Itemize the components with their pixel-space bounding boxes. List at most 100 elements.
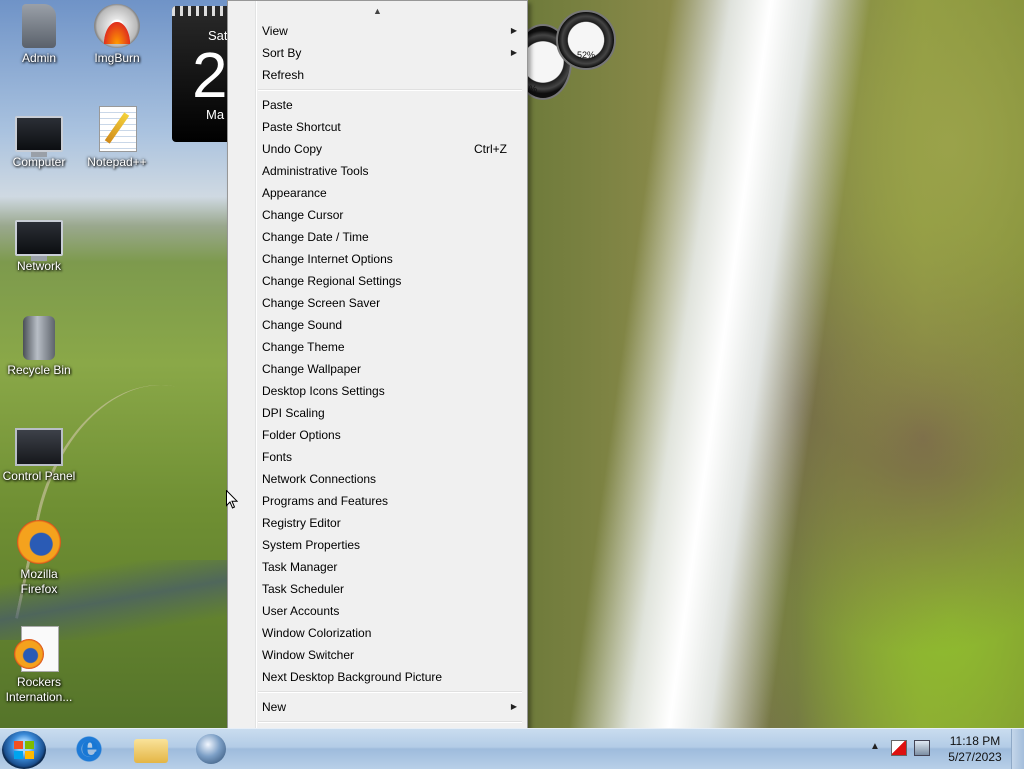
- menu-item-label: Task Manager: [262, 560, 338, 574]
- menu-item-undo-copy[interactable]: Undo Copy Ctrl+Z: [230, 138, 525, 160]
- menu-item-label: Window Colorization: [262, 626, 372, 640]
- firefox-doc-icon: [14, 626, 59, 672]
- menu-item-change-sound[interactable]: Change Sound: [230, 314, 525, 336]
- desktop-context-menu: ▲ View ▶ Sort By ▶ Refresh Paste Paste Shortcu…: [227, 0, 528, 768]
- recycle-bin-icon: [23, 316, 55, 360]
- menu-item-administrative-tools[interactable]: Administrative Tools: [230, 160, 525, 182]
- menu-item-label: DPI Scaling: [262, 406, 325, 420]
- menu-item-change-regional-settings[interactable]: Change Regional Settings: [230, 270, 525, 292]
- desktop-icon-label: ImgBurn: [94, 51, 140, 65]
- ram-meter-value: 52%: [576, 50, 595, 60]
- desktop-icon-recycle[interactable]: Recycle Bin: [0, 316, 78, 378]
- menu-item-label: Change Theme: [262, 340, 345, 354]
- menu-item-label: Fonts: [262, 450, 293, 464]
- menu-separator: [258, 721, 522, 723]
- menu-item-dpi-scaling[interactable]: DPI Scaling: [230, 402, 525, 424]
- ram-meter-gauge[interactable]: 52%: [556, 10, 616, 70]
- menu-item-next-desktop-background-picture[interactable]: Next Desktop Background Picture: [230, 666, 525, 688]
- ie-icon[interactable]: [72, 730, 106, 765]
- menu-item-registry-editor[interactable]: Registry Editor: [230, 512, 525, 534]
- menu-item-programs-and-features[interactable]: Programs and Features: [230, 490, 525, 512]
- folder-icon[interactable]: [134, 739, 168, 763]
- menu-item-label: Administrative Tools: [262, 164, 369, 178]
- menu-item-label: User Accounts: [262, 604, 340, 618]
- menu-item-change-internet-options[interactable]: Change Internet Options: [230, 248, 525, 270]
- menu-item-label: Task Scheduler: [262, 582, 345, 596]
- menu-item-label: Change Internet Options: [262, 252, 393, 266]
- menu-item-user-accounts[interactable]: User Accounts: [230, 600, 525, 622]
- desktop-icon-label: Recycle Bin: [7, 363, 71, 377]
- menu-item-label: Registry Editor: [262, 516, 341, 530]
- menu-item-paste-shortcut[interactable]: Paste Shortcut: [230, 116, 525, 138]
- menu-item-label: New: [262, 700, 287, 714]
- menu-item-task-scheduler[interactable]: Task Scheduler: [230, 578, 525, 600]
- submenu-arrow-icon: ▶: [510, 26, 517, 35]
- menu-item-change-wallpaper[interactable]: Change Wallpaper: [230, 358, 525, 380]
- menu-item-label: View: [262, 24, 288, 38]
- tray-show-hidden-icon[interactable]: ▲: [870, 741, 880, 752]
- desktop-icon-computer[interactable]: Computer: [0, 110, 78, 170]
- menu-item-label: Window Switcher: [262, 648, 355, 662]
- menu-item-label: Change Sound: [262, 318, 343, 332]
- menu-item-label: Sort By: [262, 46, 302, 60]
- menu-item-new[interactable]: New ▶: [230, 696, 525, 718]
- menu-item-label: Paste: [262, 98, 293, 112]
- desktop-icon-admin[interactable]: Admin: [0, 4, 78, 66]
- notepad-icon: [99, 106, 137, 152]
- show-desktop-button[interactable]: [1011, 729, 1024, 769]
- menu-item-window-colorization[interactable]: Window Colorization: [230, 622, 525, 644]
- menu-item-paste[interactable]: Paste: [230, 94, 525, 116]
- media-orb-icon[interactable]: [196, 734, 226, 764]
- menu-item-sort-by[interactable]: Sort By ▶: [230, 42, 525, 64]
- action-center-flag-icon[interactable]: [891, 740, 907, 756]
- menu-item-change-theme[interactable]: Change Theme: [230, 336, 525, 358]
- taskbar-clock[interactable]: 11:18 PM 5/27/2023: [940, 733, 1010, 765]
- network-icon: [15, 220, 63, 261]
- desktop-icon-firefox[interactable]: Mozilla Firefox: [0, 520, 78, 597]
- menu-item-network-connections[interactable]: Network Connections: [230, 468, 525, 490]
- network-tray-icon[interactable]: [914, 740, 930, 756]
- calendar-gadget[interactable]: Sat 2 Ma: [172, 6, 232, 142]
- menu-item-window-switcher[interactable]: Window Switcher: [230, 644, 525, 666]
- menu-item-change-cursor[interactable]: Change Cursor: [230, 204, 525, 226]
- desktop-icon-cpanel[interactable]: Control Panel: [0, 422, 78, 484]
- menu-item-label: Folder Options: [262, 428, 341, 442]
- menu-scroll-up-icon[interactable]: ▲: [228, 3, 527, 19]
- menu-item-view[interactable]: View ▶: [230, 20, 525, 42]
- menu-separator: [258, 89, 522, 91]
- menu-item-change-screen-saver[interactable]: Change Screen Saver: [230, 292, 525, 314]
- menu-item-label: Change Date / Time: [262, 230, 369, 244]
- desktop-icon-label: Notepad++: [87, 155, 147, 169]
- submenu-arrow-icon: ▶: [510, 702, 517, 711]
- menu-item-label: Change Wallpaper: [262, 362, 361, 376]
- menu-item-label: Appearance: [262, 186, 327, 200]
- user-folder-icon: [22, 4, 56, 48]
- menu-item-refresh[interactable]: Refresh: [230, 64, 525, 86]
- start-button[interactable]: [2, 731, 46, 769]
- menu-item-system-properties[interactable]: System Properties: [230, 534, 525, 556]
- menu-item-appearance[interactable]: Appearance: [230, 182, 525, 204]
- mouse-cursor-icon: [226, 489, 239, 512]
- desktop-icon-network[interactable]: Network: [0, 214, 78, 274]
- menu-item-fonts[interactable]: Fonts: [230, 446, 525, 468]
- menu-item-label: Change Regional Settings: [262, 274, 402, 288]
- menu-item-task-manager[interactable]: Task Manager: [230, 556, 525, 578]
- desktop-icon-notepadpp[interactable]: Notepad++: [78, 106, 156, 170]
- computer-icon: [15, 116, 63, 157]
- menu-item-label: Paste Shortcut: [262, 120, 341, 134]
- desktop-icon-label: Admin: [21, 51, 56, 65]
- desktop-icon-imgburn[interactable]: ImgBurn: [78, 4, 156, 66]
- menu-item-label: Next Desktop Background Picture: [262, 670, 443, 684]
- control-panel-icon: [15, 428, 63, 466]
- desktop-icon-rockers[interactable]: Rockers Internation...: [0, 626, 78, 705]
- cpu-meter-value: 5%: [524, 84, 538, 94]
- menu-item-label: Refresh: [262, 68, 305, 82]
- menu-item-change-date-time[interactable]: Change Date / Time: [230, 226, 525, 248]
- desktop-icon-label: Mozilla Firefox: [20, 567, 58, 596]
- disc-burn-icon: [94, 4, 140, 48]
- menu-item-desktop-icons-settings[interactable]: Desktop Icons Settings: [230, 380, 525, 402]
- calendar-day: 2: [192, 39, 228, 111]
- menu-item-shortcut: Ctrl+Z: [474, 142, 507, 156]
- calendar-rings: [172, 6, 232, 16]
- menu-item-folder-options[interactable]: Folder Options: [230, 424, 525, 446]
